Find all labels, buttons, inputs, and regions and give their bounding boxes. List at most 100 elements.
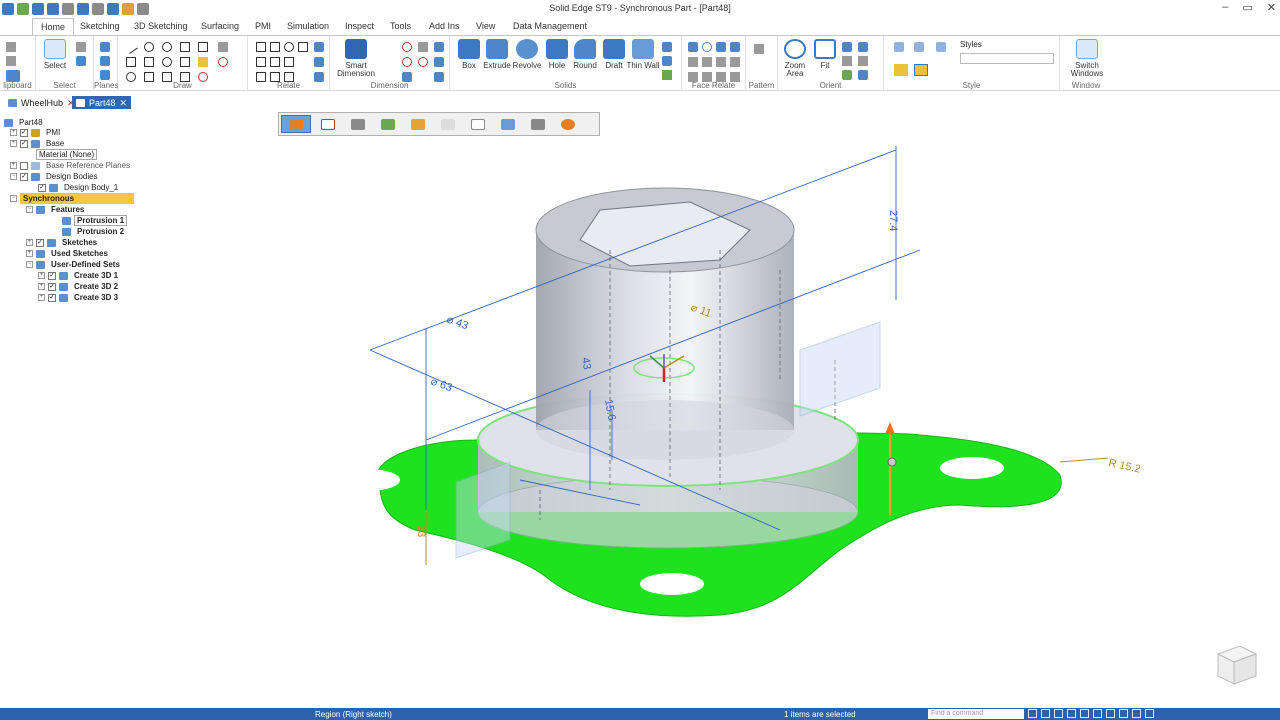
rectangle-icon[interactable] — [126, 57, 136, 67]
visibility-checkbox[interactable]: ✓ — [20, 139, 28, 148]
expand-icon[interactable]: + — [10, 129, 17, 136]
expand-icon[interactable]: + — [10, 162, 17, 169]
tree-item-pmi[interactable]: + ✓ PMI — [10, 127, 63, 138]
tab-simulation[interactable]: Simulation — [287, 21, 329, 31]
plane-icon[interactable] — [100, 42, 110, 52]
revolve-button[interactable]: Revolve — [510, 39, 544, 70]
visibility-checkbox[interactable]: ✓ — [20, 128, 28, 137]
visibility-checkbox[interactable]: ✓ — [48, 282, 56, 291]
tab-data-management[interactable]: Data Management — [513, 21, 587, 31]
sketch-view-icon[interactable] — [842, 70, 852, 80]
rotate-view-icon[interactable] — [842, 56, 852, 66]
close-button[interactable]: ✕ — [1267, 1, 1276, 14]
select-tools-icon[interactable] — [76, 56, 86, 66]
expand-icon[interactable]: + — [10, 140, 17, 147]
grid-icon[interactable] — [1145, 709, 1154, 718]
add-body-icon[interactable] — [662, 70, 672, 80]
styles-label[interactable]: Styles — [960, 40, 982, 49]
parallel-face-icon[interactable] — [730, 42, 740, 52]
minimize-button[interactable]: – — [1222, 1, 1228, 14]
polygon-icon[interactable] — [144, 57, 154, 67]
shading-icon[interactable] — [1119, 709, 1128, 718]
tree-item-create-3d-2[interactable]: + ✓ Create 3D 2 — [38, 281, 121, 292]
shaded-icon[interactable] — [894, 64, 908, 76]
parallel-icon[interactable] — [256, 57, 266, 67]
tree-item-base-reference-planes[interactable]: + Base Reference Planes — [10, 160, 133, 171]
move-icon[interactable] — [198, 57, 208, 67]
lock-icon[interactable] — [314, 42, 324, 52]
frame-button[interactable] — [495, 115, 521, 133]
pan-icon[interactable] — [1080, 709, 1089, 718]
relationship-button[interactable] — [345, 115, 371, 133]
doc-tab-part48[interactable]: Part48 ✕ — [72, 96, 132, 109]
extrude-button[interactable]: Extrude — [480, 39, 514, 70]
visibility-checkbox[interactable]: ✓ — [48, 271, 56, 280]
tab-3d-sketching[interactable]: 3D Sketching — [134, 21, 188, 31]
tree-item-sketches[interactable]: + ✓ Sketches — [26, 237, 100, 248]
maximize-button[interactable]: ▭ — [1242, 1, 1252, 14]
tree-item-used-sketches[interactable]: + Used Sketches — [26, 248, 111, 259]
zoom-area-icon[interactable] — [1067, 709, 1076, 718]
tangent-icon[interactable] — [298, 42, 308, 52]
reference-plane[interactable] — [799, 321, 881, 417]
mirror-body-icon[interactable] — [662, 42, 672, 52]
curve-icon[interactable] — [180, 42, 190, 52]
offset-icon[interactable] — [218, 57, 228, 67]
symmetric-face-icon[interactable] — [702, 57, 712, 67]
display-button[interactable] — [525, 115, 551, 133]
tab-add-ins[interactable]: Add Ins — [429, 21, 460, 31]
perpendicular-icon[interactable] — [270, 57, 280, 67]
sketch-button[interactable] — [435, 115, 461, 133]
zoom-icon[interactable] — [842, 42, 852, 52]
copy-icon[interactable] — [6, 56, 16, 66]
radial-icon[interactable] — [434, 57, 444, 67]
dim-outer-diameter[interactable]: ⌀ 43 — [445, 314, 470, 333]
dim-flange-diameter[interactable]: ⌀ 63 — [429, 376, 454, 395]
graphics-viewport[interactable]: 27.4 ⌀ 43 ⌀ 63 ⌀ 11 43 15.6 13 R 15.2 — [220, 110, 1280, 708]
find-command-input[interactable]: Find a command — [928, 709, 1024, 719]
view-cube[interactable] — [1212, 640, 1262, 690]
pattern-body-icon[interactable] — [662, 56, 672, 66]
tree-item-design-body-1[interactable]: ✓ Design Body_1 — [38, 182, 121, 193]
fit-view-icon[interactable] — [1041, 709, 1050, 718]
horizontal-face-icon[interactable] — [716, 42, 726, 52]
visibility-checkbox[interactable]: ✓ — [48, 293, 56, 302]
zoom-icon[interactable] — [1054, 709, 1063, 718]
thin-wall-button[interactable]: Thin Wall — [626, 39, 660, 70]
horizontal-icon[interactable] — [270, 42, 280, 52]
tab-pmi[interactable]: PMI — [255, 21, 271, 31]
tree-item-features[interactable]: − Features — [26, 204, 87, 215]
distance-icon[interactable] — [402, 42, 412, 52]
expand-icon[interactable]: + — [38, 272, 45, 279]
cut-icon[interactable] — [6, 42, 16, 52]
dimension-button[interactable] — [405, 115, 431, 133]
tree-item-create-3d-1[interactable]: + ✓ Create 3D 1 — [38, 270, 121, 281]
collapse-icon[interactable]: − — [10, 195, 17, 202]
connect-icon[interactable] — [256, 42, 266, 52]
visibility-checkbox[interactable]: ✓ — [38, 183, 46, 192]
trim-icon[interactable] — [180, 57, 190, 67]
close-icon[interactable]: ✕ — [120, 98, 128, 109]
expand-icon[interactable]: + — [26, 250, 33, 257]
tree-item-material[interactable]: Material (None) — [36, 149, 98, 160]
expand-icon[interactable]: + — [38, 283, 45, 290]
plane-angle-icon[interactable] — [100, 70, 110, 80]
project-icon[interactable] — [218, 42, 228, 52]
switch-windows-button[interactable]: Switch Windows — [1066, 39, 1108, 78]
coaxial-icon[interactable] — [702, 42, 712, 52]
dim-top-height[interactable]: 27.4 — [887, 210, 899, 231]
upper-cylinder-face[interactable] — [535, 187, 795, 460]
tab-view[interactable]: View — [476, 21, 495, 31]
views-icon[interactable] — [1106, 709, 1115, 718]
visibility-checkbox[interactable] — [20, 161, 28, 170]
circle-tangent-icon[interactable] — [162, 57, 172, 67]
selection-mode-button[interactable] — [281, 115, 311, 133]
shaded-edges-icon[interactable] — [914, 64, 928, 76]
collapse-icon[interactable]: − — [26, 206, 33, 213]
style-dropdown[interactable] — [960, 53, 1054, 64]
tab-tools[interactable]: Tools — [390, 21, 411, 31]
spin-icon[interactable] — [858, 56, 868, 66]
tree-item-protrusion-2[interactable]: Protrusion 2 — [62, 226, 127, 237]
line-icon[interactable] — [124, 40, 138, 54]
add-button[interactable] — [375, 115, 401, 133]
